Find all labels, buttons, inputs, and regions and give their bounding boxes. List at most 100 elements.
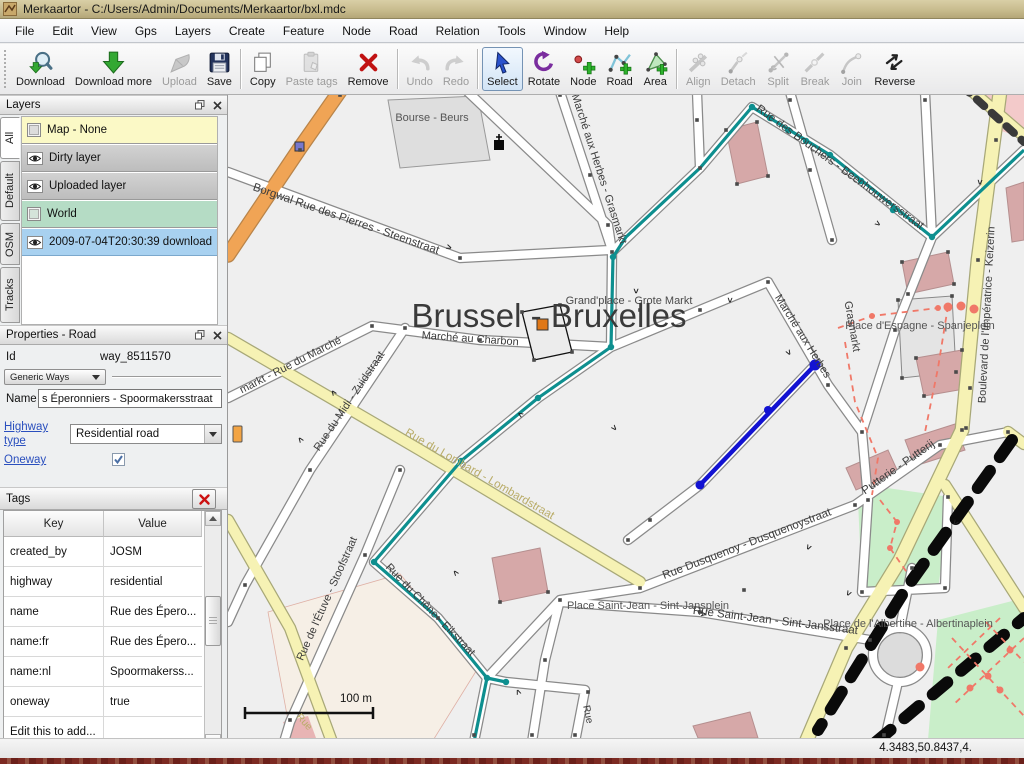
rotate-icon [531, 50, 556, 75]
tags-table: Key Value created_byJOSM highwayresident… [3, 510, 222, 738]
properties-panel-header[interactable]: Properties - Road [0, 325, 227, 345]
node-icon [571, 50, 596, 75]
divider [112, 376, 221, 378]
highway-type-link[interactable]: type [4, 435, 26, 447]
oneway-link[interactable]: Oneway [4, 454, 46, 466]
rotate-button[interactable]: Rotate [523, 47, 565, 91]
merkaartor-window: Merkaartor - C:/Users/Admin/Documents/Me… [0, 0, 1024, 764]
name-field[interactable]: s Éperonniers - Spoormakersstraat [38, 389, 222, 408]
menu-item-road[interactable]: Road [380, 21, 427, 41]
layer-visible-eye-icon[interactable] [27, 180, 43, 193]
menu-item-node[interactable]: Node [333, 21, 380, 41]
reverse-icon [882, 50, 907, 75]
menu-item-create[interactable]: Create [220, 21, 274, 41]
map-canvas[interactable]: >>>>>>>>>>>>>>>> 100 m Bourse - Beurs Bo… [228, 95, 1024, 738]
layer-row-download[interactable]: 2009-07-04T20:30:39 download [22, 229, 217, 256]
highway-type-select[interactable]: Residential road [70, 424, 222, 444]
node-button[interactable]: Node [565, 47, 601, 91]
layers-tab-tracks[interactable]: Tracks [0, 267, 20, 323]
redo-icon [443, 50, 468, 75]
layers-tab-all[interactable]: All [0, 117, 20, 159]
tags-close-button[interactable] [192, 489, 216, 509]
select-button[interactable]: Select [482, 47, 523, 91]
tags-scrollbar[interactable] [204, 511, 221, 738]
save-button[interactable]: Save [202, 47, 237, 91]
tag-row-new[interactable]: Edit this to add... [4, 717, 202, 738]
detach-button[interactable]: Detach [716, 47, 761, 91]
menu-item-gps[interactable]: Gps [126, 21, 166, 41]
area-icon [643, 50, 668, 75]
layers-close-button[interactable] [210, 98, 224, 112]
toolbar-separator [477, 49, 479, 89]
redo-button[interactable]: Redo [438, 47, 474, 91]
layer-visible-eye-icon[interactable] [27, 236, 43, 249]
layer-visible-eye-icon[interactable] [27, 152, 43, 165]
layers-tab-osm[interactable]: OSM [0, 223, 20, 265]
undo-button[interactable]: Undo [402, 47, 438, 91]
layers-tab-default[interactable]: Default [0, 161, 20, 221]
properties-close-button[interactable] [210, 328, 224, 342]
menu-item-view[interactable]: View [82, 21, 126, 41]
tag-row[interactable]: name:nlSpoormakerss... [4, 657, 202, 687]
menu-item-file[interactable]: File [6, 21, 43, 41]
layer-visibility-checkbox[interactable] [27, 123, 41, 137]
reverse-button[interactable]: Reverse [869, 47, 920, 91]
tag-row[interactable]: highwayresidential [4, 567, 202, 597]
toolbar-separator [240, 49, 242, 89]
status-bar: 4.3483,50.8437,4. [0, 738, 1024, 758]
tag-row[interactable]: onewaytrue [4, 687, 202, 717]
svg-text:>: > [631, 288, 641, 293]
undo-icon [407, 50, 432, 75]
value-column-header[interactable]: Value [104, 511, 202, 537]
highway-type-link[interactable]: Highway [4, 421, 48, 433]
menubar: File Edit View Gps Layers Create Feature… [0, 19, 1024, 43]
template-selector[interactable]: Generic Ways [4, 369, 106, 385]
menu-item-layers[interactable]: Layers [166, 21, 220, 41]
break-button[interactable]: Break [796, 47, 835, 91]
layers-float-button[interactable] [193, 98, 207, 112]
layer-row-uploaded[interactable]: Uploaded layer [22, 173, 217, 200]
layer-row-dirty[interactable]: Dirty layer [22, 145, 217, 172]
download-more-button[interactable]: Download more [70, 47, 157, 91]
layers-panel-header[interactable]: Layers [0, 95, 227, 115]
toolbar-separator [676, 49, 678, 89]
download-icon [28, 50, 53, 75]
area-button[interactable]: Area [638, 47, 673, 91]
place-label: Place d'Espagne - Spanjeplein [845, 320, 994, 332]
tag-row[interactable]: name:frRue des Épero... [4, 627, 202, 657]
road-button[interactable]: Road [601, 47, 637, 91]
remove-button[interactable]: Remove [343, 47, 394, 91]
oneway-checkbox[interactable] [112, 453, 125, 466]
id-value: way_8511570 [100, 351, 171, 363]
menu-item-feature[interactable]: Feature [274, 21, 333, 41]
join-button[interactable]: Join [834, 47, 869, 91]
download-button[interactable]: Download [11, 47, 70, 91]
split-button[interactable]: Split [761, 47, 796, 91]
menu-item-window[interactable]: Window [535, 21, 596, 41]
scrollbar-thumb[interactable] [205, 596, 221, 646]
align-button[interactable]: Align [681, 47, 716, 91]
menu-item-tools[interactable]: Tools [489, 21, 535, 41]
window-titlebar[interactable]: Merkaartor - C:/Users/Admin/Documents/Me… [0, 0, 1024, 19]
place-label: Place de l'Albertine - Albertinaplein [823, 618, 993, 630]
key-column-header[interactable]: Key [4, 511, 104, 537]
properties-float-button[interactable] [193, 328, 207, 342]
menu-item-help[interactable]: Help [595, 21, 638, 41]
poi-marker-beer [233, 426, 242, 442]
split-icon [766, 50, 791, 75]
scroll-up-button[interactable] [205, 511, 221, 526]
layer-row-world[interactable]: World [22, 201, 217, 228]
tag-row[interactable]: nameRue des Épero... [4, 597, 202, 627]
tag-row[interactable]: created_byJOSM [4, 537, 202, 567]
menu-item-edit[interactable]: Edit [43, 21, 82, 41]
toolbar-drag-handle[interactable] [3, 49, 8, 89]
layer-visibility-checkbox[interactable] [27, 207, 41, 221]
upload-button[interactable]: Upload [157, 47, 202, 91]
close-icon [198, 493, 211, 506]
paste-tags-button[interactable]: Paste tags [281, 47, 343, 91]
break-icon [802, 50, 827, 75]
copy-button[interactable]: Copy [245, 47, 281, 91]
detach-icon [726, 50, 751, 75]
layer-row-map-none[interactable]: Map - None [22, 117, 217, 144]
menu-item-relation[interactable]: Relation [427, 21, 489, 41]
